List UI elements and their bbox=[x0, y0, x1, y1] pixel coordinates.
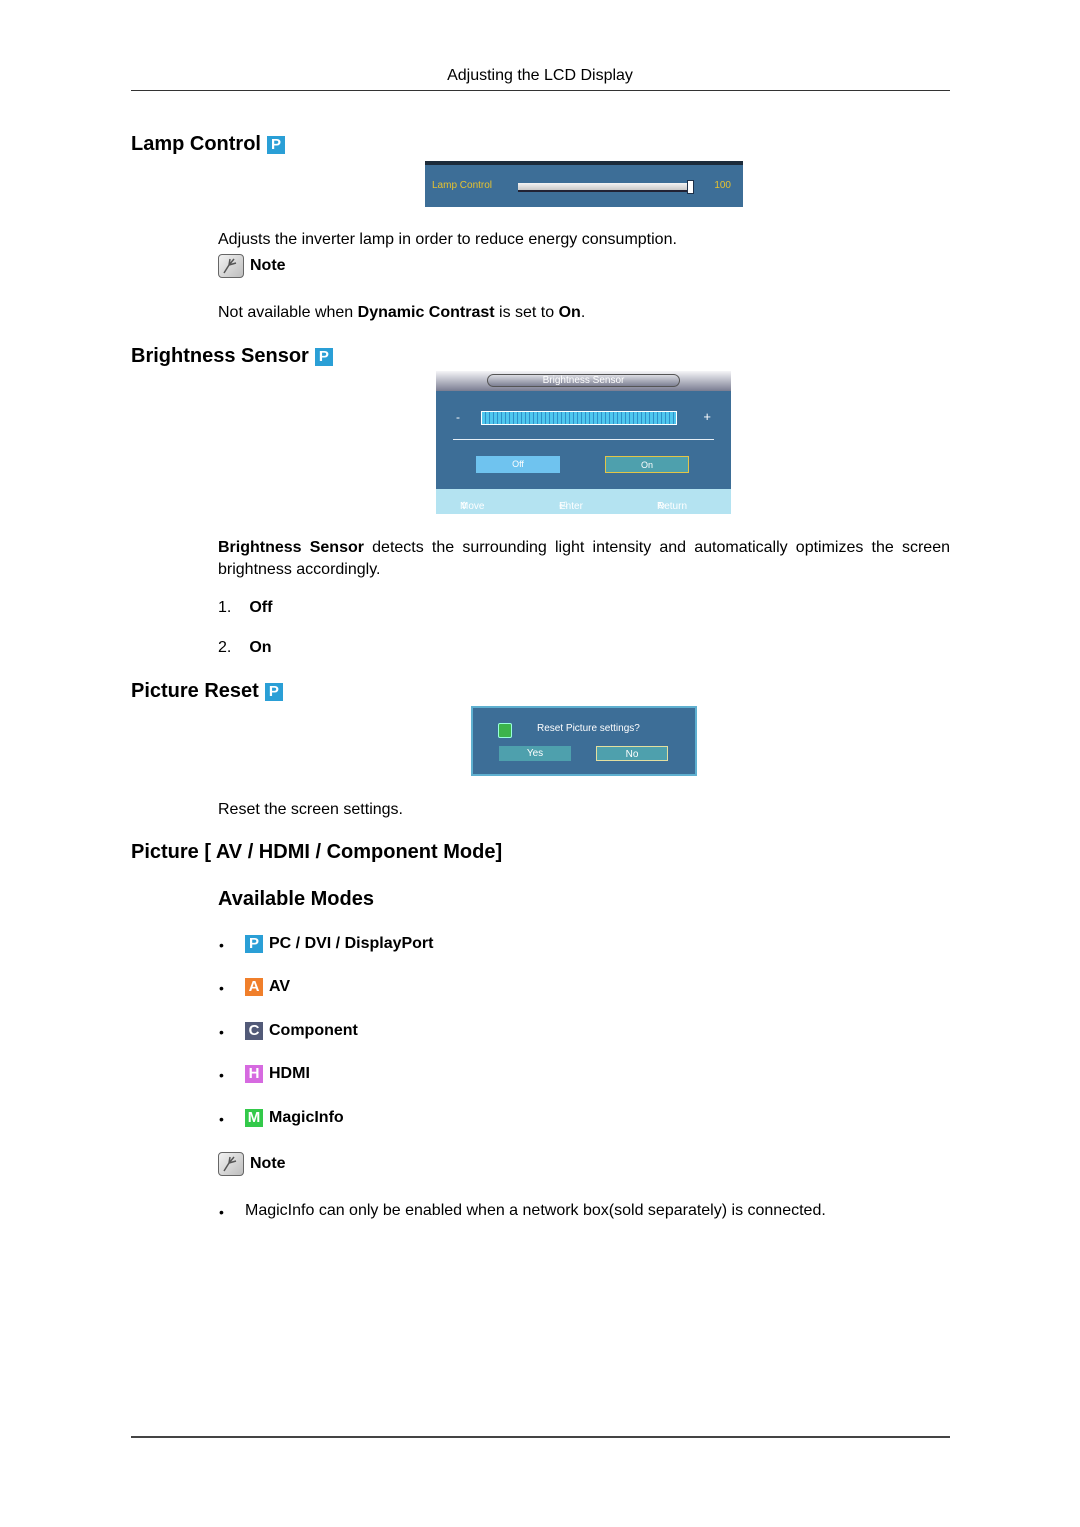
footer-divider bbox=[131, 1436, 950, 1438]
mode-list-item: A AV bbox=[245, 978, 290, 996]
lamp-control-value: 100 bbox=[714, 180, 731, 191]
picture-av-heading: Picture [ AV / HDMI / Component Mode] bbox=[131, 841, 503, 863]
modes-note-header: Note bbox=[218, 1152, 286, 1176]
mode-av-icon: A bbox=[245, 978, 263, 996]
brightness-sensor-osd: Brightness Sensor - + Off On ⇕ Move ⏎ En… bbox=[436, 371, 731, 514]
bullet-icon: • bbox=[219, 1067, 224, 1083]
list-label: On bbox=[249, 639, 272, 656]
note-icon bbox=[218, 254, 244, 278]
list-label: Off bbox=[249, 599, 273, 616]
lamp-control-note-header: Note bbox=[218, 254, 286, 278]
list-number: 1. bbox=[218, 599, 232, 616]
option-list-item: 1. Off bbox=[218, 599, 272, 617]
note-text-prefix: Not available when bbox=[218, 304, 358, 321]
lamp-control-title: Lamp Control bbox=[131, 133, 261, 155]
pc-mode-icon: P bbox=[264, 682, 283, 701]
brightness-sensor-description: Brightness Sensor detects the surroundin… bbox=[218, 537, 950, 581]
osd-title: Brightness Sensor bbox=[487, 374, 680, 387]
mode-list-item: P PC / DVI / DisplayPort bbox=[245, 935, 433, 953]
no-button[interactable]: No bbox=[596, 746, 668, 761]
bullet-icon: • bbox=[219, 1111, 224, 1127]
return-label: Return bbox=[657, 501, 688, 512]
mode-list-item: H HDMI bbox=[245, 1065, 310, 1083]
reset-question: Reset Picture settings? bbox=[537, 723, 640, 734]
dynamic-contrast-term: Dynamic Contrast bbox=[357, 304, 495, 321]
bullet-icon: • bbox=[219, 937, 224, 953]
lamp-control-description: Adjusts the inverter lamp in order to re… bbox=[218, 231, 677, 248]
mode-list-item: C Component bbox=[245, 1022, 358, 1040]
list-number: 2. bbox=[218, 639, 232, 656]
brightness-sensor-heading: Brightness Sensor P bbox=[131, 345, 333, 368]
brightness-sensor-title: Brightness Sensor bbox=[131, 345, 309, 367]
picture-reset-title: Picture Reset bbox=[131, 680, 259, 702]
brightness-sensor-term: Brightness Sensor bbox=[218, 539, 364, 556]
mode-label: PC / DVI / DisplayPort bbox=[269, 935, 434, 952]
osd-divider bbox=[453, 439, 714, 440]
available-modes-heading: Available Modes bbox=[218, 888, 374, 910]
pc-mode-icon: P bbox=[267, 135, 285, 154]
lamp-control-osd: Lamp Control 100 bbox=[425, 161, 743, 207]
off-button[interactable]: Off bbox=[476, 456, 560, 473]
mode-label: Component bbox=[269, 1022, 358, 1039]
note-text-middle: is set to bbox=[494, 304, 559, 321]
brightness-level-bar bbox=[481, 411, 677, 425]
yes-button[interactable]: Yes bbox=[499, 746, 571, 761]
magicinfo-note-text: MagicInfo can only be enabled when a net… bbox=[245, 1202, 826, 1219]
mode-pc-icon: P bbox=[245, 935, 263, 953]
bullet-icon: • bbox=[219, 980, 224, 996]
picture-reset-description: Reset the screen settings. bbox=[218, 801, 403, 818]
enter-label: Enter bbox=[559, 501, 583, 512]
header-divider bbox=[131, 90, 950, 91]
on-button[interactable]: On bbox=[605, 456, 689, 473]
mode-magicinfo-icon: M bbox=[245, 1109, 263, 1127]
mode-label: HDMI bbox=[269, 1065, 310, 1082]
picture-reset-osd: Reset Picture settings? Yes No bbox=[471, 706, 697, 776]
pc-mode-icon: P bbox=[314, 347, 333, 366]
move-label: Move bbox=[460, 501, 485, 512]
lamp-control-heading: Lamp Control P bbox=[131, 133, 285, 156]
lamp-control-slider-track[interactable] bbox=[518, 183, 690, 192]
page-header-title: Adjusting the LCD Display bbox=[447, 67, 633, 84]
mode-label: AV bbox=[269, 978, 291, 995]
note-label: Note bbox=[250, 1155, 286, 1172]
mode-hdmi-icon: H bbox=[245, 1065, 263, 1083]
increase-icon[interactable]: + bbox=[703, 409, 711, 424]
on-term: On bbox=[558, 304, 581, 321]
note-icon bbox=[218, 1152, 244, 1176]
lamp-control-slider-thumb[interactable] bbox=[687, 180, 694, 194]
decrease-icon[interactable]: - bbox=[456, 410, 460, 424]
note-text-suffix: . bbox=[580, 304, 586, 321]
osd-footer: ⇕ Move ⏎ Enter ↻ Return bbox=[436, 489, 731, 514]
bullet-icon: • bbox=[219, 1024, 224, 1040]
picture-reset-heading: Picture Reset P bbox=[131, 680, 283, 703]
info-icon bbox=[498, 723, 512, 738]
note-label: Note bbox=[250, 257, 286, 274]
bullet-icon: • bbox=[219, 1204, 224, 1220]
osd-titlebar: Brightness Sensor bbox=[436, 371, 731, 391]
mode-label: MagicInfo bbox=[269, 1109, 344, 1126]
lamp-control-osd-label: Lamp Control bbox=[432, 180, 493, 191]
mode-list-item: M MagicInfo bbox=[245, 1109, 344, 1127]
mode-component-icon: C bbox=[245, 1022, 263, 1040]
lamp-control-note-text: Not available when Dynamic Contrast is s… bbox=[218, 304, 585, 322]
option-list-item: 2. On bbox=[218, 639, 272, 657]
